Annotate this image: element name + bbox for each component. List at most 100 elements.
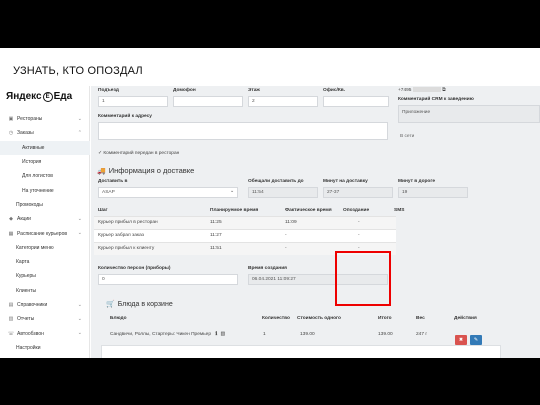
sidebar-item-reports[interactable]: ▥ Отчеты ⌄ [0, 312, 90, 326]
column-header-planned: Планируемое время [210, 208, 259, 213]
slide-title: УЗНАТЬ, КТО ОПОЗДАЛ [13, 65, 143, 77]
comment-passed-text: ✓ Комментарий передан в ресторан [98, 151, 179, 156]
sidebar-item-label: Автообзвон [17, 330, 44, 337]
tag-icon: ◆ [9, 216, 13, 223]
intercom-input[interactable] [173, 96, 243, 107]
sidebar-item-label: Заказы [17, 130, 34, 137]
column-header-actual: Фактическое время [285, 208, 332, 213]
sidebar-item-references[interactable]: ▤ Справочники ⌄ [0, 298, 90, 312]
column-header-late: Опоздание [343, 208, 370, 213]
sidebar-item-clients[interactable]: Клиенты [0, 284, 90, 298]
persons-label: Количество персон (приборы) [98, 266, 171, 271]
planned-cell: 11:51 [210, 246, 222, 251]
sidebar-item-autocall[interactable]: ☏ Автообзвон ⌄ [0, 326, 90, 340]
copy-icon[interactable]: ⧉ [442, 88, 445, 93]
sidebar-item-logistics[interactable]: Для логистов [0, 169, 90, 183]
sidebar-item-label: Справочники [17, 302, 48, 308]
persons-input[interactable]: 0 [98, 274, 238, 285]
sidebar-item-restaurants[interactable]: ▣ Рестораны ⌄ [0, 112, 90, 126]
sidebar-item-label: Промокоды [16, 201, 43, 208]
sidebar-item-promocodes[interactable]: Промокоды [0, 198, 90, 212]
delivery-heading-text: Информация о доставке [108, 166, 195, 175]
minutes-field: 27-37 [323, 187, 393, 198]
actual-cell: 11:09 [285, 220, 297, 225]
sidebar-item-settings[interactable]: Настройки [0, 341, 90, 355]
cart-icon: 🛒 [106, 301, 115, 308]
planned-cell: 11:27 [210, 233, 222, 238]
phone-icon: ☏ [7, 330, 15, 337]
clock-icon: ◷ [8, 130, 14, 137]
column-header-price: Стоимость одного [297, 316, 341, 321]
sidebar-item-courier-schedule[interactable]: ▦ Расписание курьеров ⌄ [0, 226, 90, 240]
sidebar-item-label: Расписание курьеров [17, 230, 68, 237]
column-header-sms: SMS [394, 208, 405, 213]
step-cell: Курьер забрал заказ [98, 233, 144, 238]
sidebar-item-map[interactable]: Карта [0, 255, 90, 269]
logo-e-icon: Е [42, 91, 53, 102]
floor-label: Этаж [248, 88, 260, 93]
chevron-down-icon: ⌄ [229, 189, 234, 194]
delivery-heading: 🚚 Информация о доставке [97, 166, 194, 175]
actual-cell: - [285, 246, 287, 251]
cart-row-total: 139.00 [378, 332, 393, 337]
actual-cell: - [285, 233, 287, 238]
sidebar-item-label: Карта [16, 259, 30, 266]
chevron-down-icon: ⌄ [77, 316, 82, 323]
delete-button[interactable]: ✖ [455, 335, 467, 345]
store-icon: ▣ [8, 116, 14, 123]
close-icon: ✖ [458, 337, 464, 343]
entrance-input[interactable]: 1 [98, 96, 168, 107]
info-icon[interactable]: ℹ [215, 332, 217, 337]
book-icon: ▤ [8, 302, 14, 308]
sidebar-item-label: Клиенты [16, 287, 37, 294]
office-input[interactable] [323, 96, 389, 107]
address-comment-label: Комментарий к адресу [98, 114, 152, 119]
column-header-total: Итого [378, 316, 392, 321]
comment-passed-label: Комментарий передан в ресторан [103, 151, 180, 156]
sidebar-item-label: Настройки [16, 344, 41, 351]
sidebar-item-label: Категории меню [16, 244, 54, 251]
late-column-highlight [335, 251, 391, 306]
truck-icon: 🚚 [97, 167, 106, 175]
sidebar-item-promotions[interactable]: ◆ Акции ⌄ [0, 212, 90, 226]
image-icon[interactable]: ▨ [221, 332, 226, 337]
sidebar-item-label: Для логистов [22, 173, 53, 180]
road-field: 19 [398, 187, 468, 198]
sidebar-item-label: Рестораны [17, 116, 43, 123]
sidebar-item-active[interactable]: Активные [0, 140, 90, 155]
chevron-down-icon: ⌄ [77, 330, 82, 337]
delivery-to-value: ASAP [102, 190, 115, 195]
sidebar-item-clarification[interactable]: На уточнение [0, 183, 90, 197]
sidebar-item-history[interactable]: История [0, 155, 90, 169]
phone-text: +7495 ⧉ [398, 87, 446, 93]
logo-product: Еда [53, 91, 73, 102]
edit-button[interactable]: ✎ [470, 335, 482, 345]
step-cell: Курьер прибыл в ресторан [98, 220, 158, 225]
crm-comment: Приложение [398, 105, 540, 123]
chevron-down-icon: ⌄ [77, 301, 82, 308]
column-header-actions: Действия [454, 316, 477, 321]
delivery-to-select[interactable]: ASAP ⌄ [98, 187, 238, 198]
cart-row-weight: 247 г [416, 332, 428, 337]
sidebar-item-couriers[interactable]: Курьеры [0, 269, 90, 283]
column-header-weight: Вес [416, 316, 425, 321]
sidebar-item-label: Отчеты [17, 316, 35, 323]
chevron-down-icon: ⌄ [77, 216, 82, 223]
cart-row-qty: 1 [263, 332, 266, 337]
sidebar-item-label: История [22, 159, 42, 166]
floor-input[interactable]: 2 [248, 96, 318, 107]
cart-card [101, 345, 501, 358]
road-label: Минут в дороге [398, 179, 436, 184]
cart-row-price: 139.00 [300, 332, 315, 337]
crm-label: Комментарий CRM к заведению [398, 97, 474, 102]
minutes-label: Минут на доставку [323, 179, 368, 184]
calendar-icon: ▦ [8, 230, 14, 237]
late-cell: - [358, 220, 360, 225]
sidebar: Яндекс Е Еда ▣ Рестораны ⌄ ◷ Заказы ⌃ Ак… [0, 86, 90, 358]
sidebar-item-label: Акции [17, 216, 31, 223]
sidebar-item-menu-categories[interactable]: Категории меню [0, 241, 90, 255]
address-comment-input[interactable] [98, 122, 388, 140]
sidebar-item-orders[interactable]: ◷ Заказы ⌃ [0, 126, 90, 140]
created-label: Время создания [248, 266, 287, 271]
logo: Яндекс Е Еда [6, 91, 72, 102]
